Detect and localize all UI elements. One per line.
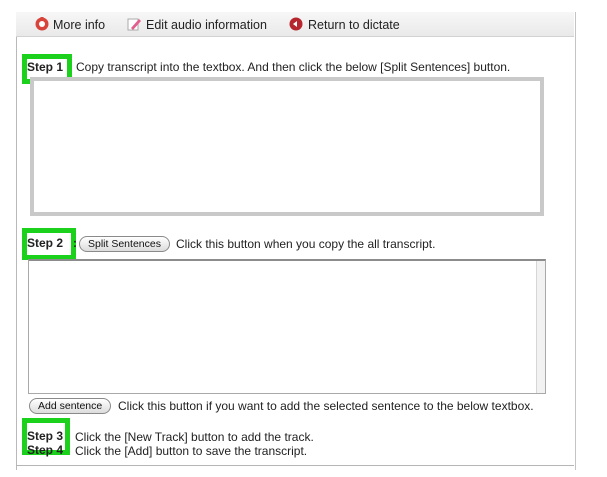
step4-instruction: Click the [Add] button to save the trans… [75,444,308,458]
return-icon[interactable] [288,16,304,35]
step4-label: Step 4 [27,443,64,457]
split-sentences-button[interactable]: Split Sentences [79,236,170,252]
sentences-list[interactable] [28,259,546,394]
more-info-link[interactable]: More info [53,17,105,33]
step2-instruction: Click this button when you copy the all … [176,237,436,251]
step3-label: Step 3 [27,429,64,443]
step3-instruction: Click the [New Track] button to add the … [75,430,314,444]
toolbar: More info Edit audio information Return … [16,12,574,37]
step1-instruction: Copy transcript into the textbox. And th… [76,60,511,74]
more-info-icon[interactable] [34,16,50,35]
return-to-dictate-link[interactable]: Return to dictate [308,17,400,33]
add-sentence-button[interactable]: Add sentence [29,398,112,414]
step2-colon: : [73,236,77,250]
transcript-textbox[interactable] [30,77,544,216]
bottom-divider [16,465,574,466]
step1-label: Step 1 [27,60,64,74]
add-sentence-instruction: Click this button if you want to add the… [118,399,534,413]
edit-icon[interactable] [126,16,142,35]
edit-audio-link[interactable]: Edit audio information [146,17,267,33]
step2-label: Step 2 [27,236,64,250]
sentences-list-scrollbar[interactable] [536,261,545,393]
